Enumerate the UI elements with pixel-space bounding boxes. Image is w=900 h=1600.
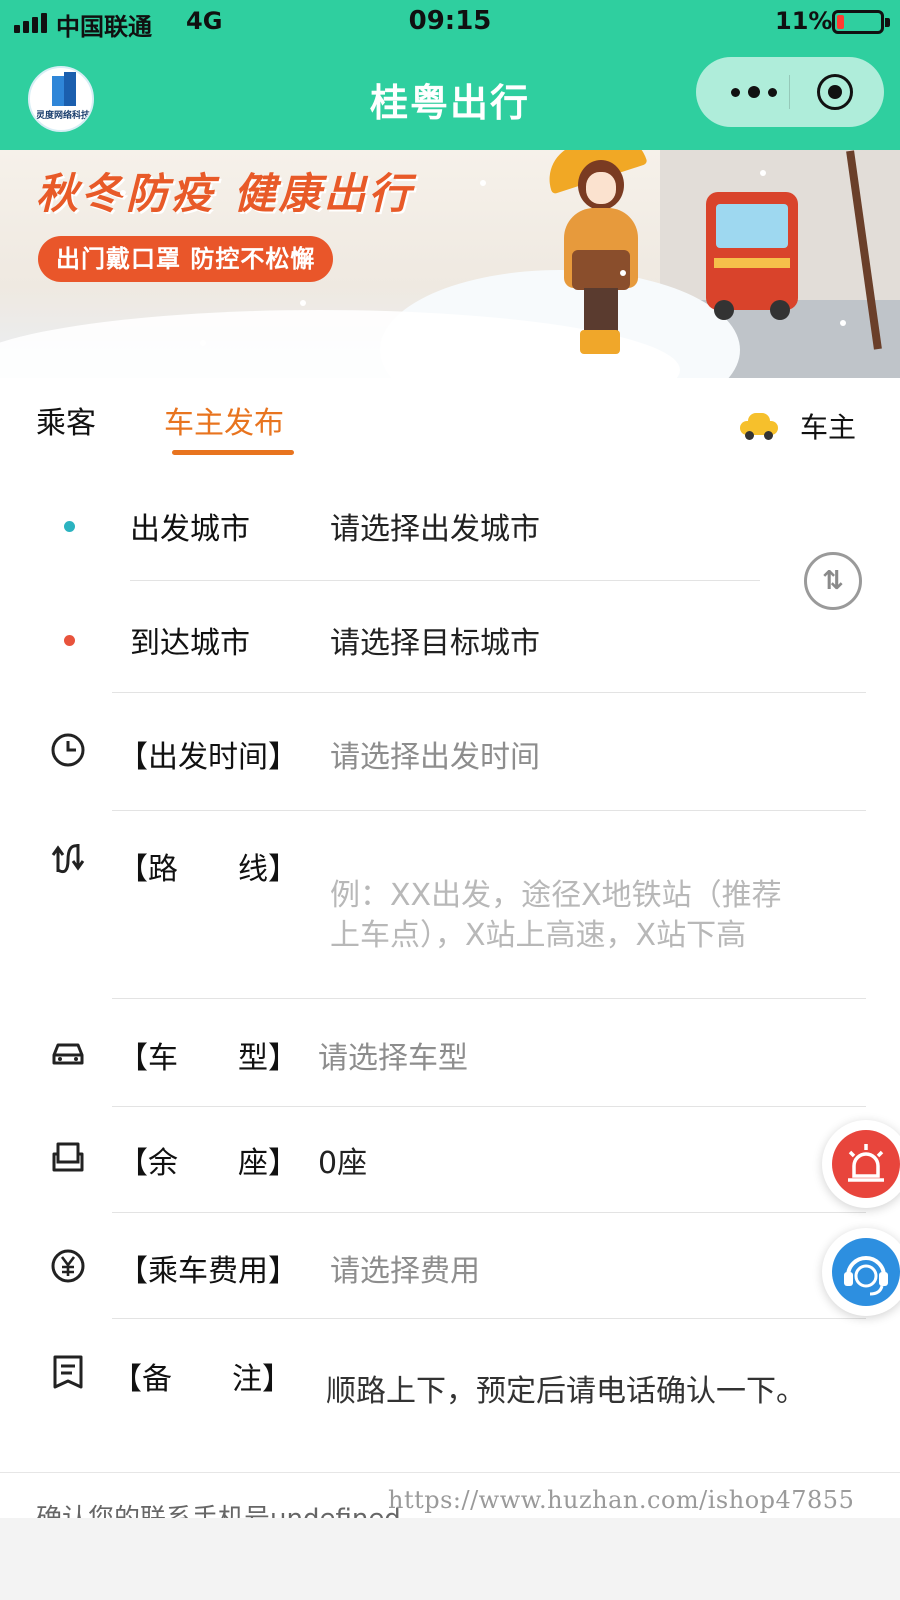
alarm-icon [832, 1130, 900, 1198]
depart-time-input[interactable]: 请选择出发时间 [330, 732, 540, 776]
car-type-row[interactable]: 【车 型】 请选择车型 [0, 1015, 900, 1105]
yen-icon [51, 1249, 85, 1283]
divider [112, 810, 866, 811]
close-target-icon[interactable] [817, 74, 853, 110]
depart-time-label: 【出发时间】 [118, 740, 298, 775]
divider [0, 1472, 900, 1473]
seats-row[interactable]: 【余 座】 0座 [0, 1120, 900, 1210]
divider [112, 998, 866, 999]
signal-icon [14, 13, 47, 33]
route-icon [51, 844, 85, 874]
mini-program-capsule [696, 57, 884, 127]
arrive-city-row[interactable]: 到达城市 请选择目标城市 [0, 602, 900, 692]
app-logo[interactable]: 灵度网络科技 [28, 66, 94, 132]
driver-entry[interactable]: 车主 [740, 406, 856, 446]
route-row[interactable]: 【路 线】 例：XX出发，途径X地铁站（推荐 上车点），X站上高速，X站下高 [0, 830, 900, 1000]
active-tab-indicator [172, 450, 294, 455]
tab-passenger[interactable]: 乘客 [36, 398, 96, 442]
seats-value[interactable]: 0座 [318, 1138, 367, 1182]
depart-city-label: 出发城市 [130, 512, 250, 547]
depart-city-input[interactable]: 请选择出发城市 [330, 504, 540, 548]
status-bar: 中国联通 4G 09:15 11% [0, 0, 900, 46]
tab-driver-post[interactable]: 车主发布 [164, 398, 284, 442]
customer-service-icon [832, 1238, 900, 1306]
driver-link-label: 车主 [800, 411, 857, 444]
network-label: 4G [186, 7, 223, 35]
clock-icon [51, 733, 85, 767]
car-type-label: 【车 型】 [118, 1041, 298, 1076]
car-type-input[interactable]: 请选择车型 [318, 1033, 468, 1077]
divider [130, 580, 760, 581]
status-time: 09:15 [408, 6, 492, 36]
fare-label: 【乘车费用】 [118, 1254, 298, 1289]
top-bar: 中国联通 4G 09:15 11% 灵度网络科技 桂粤出行 [0, 0, 900, 150]
battery-icon [832, 10, 890, 34]
arrive-dot-icon [64, 635, 75, 646]
seats-label: 【余 座】 [118, 1146, 298, 1181]
route-input-line1[interactable]: 例：XX出发，途径X地铁站（推荐 [330, 870, 782, 914]
route-input-line2[interactable]: 上车点），X站上高速，X站下高 [330, 910, 746, 954]
car-icon [52, 1043, 84, 1065]
mode-tabs: 乘客 车主发布 车主 [0, 378, 900, 468]
note-label: 【备 注】 [112, 1362, 292, 1397]
arrive-city-label: 到达城市 [130, 626, 250, 661]
note-icon [53, 1355, 83, 1389]
arrive-city-input[interactable]: 请选择目标城市 [330, 618, 540, 662]
divider [112, 1212, 866, 1213]
carrier-label: 中国联通 [56, 13, 152, 41]
seat-icon [52, 1142, 84, 1172]
depart-city-row[interactable]: 出发城市 请选择出发城市 [0, 488, 900, 578]
banner-bus-illustration [706, 192, 798, 320]
divider [112, 1318, 866, 1319]
note-input[interactable]: 顺路上下，预定后请电话确认一下。 [326, 1366, 806, 1410]
fare-row[interactable]: 【乘车费用】 请选择费用 [0, 1228, 900, 1318]
capsule-divider [789, 75, 790, 109]
note-row[interactable]: 【备 注】 顺路上下，预定后请电话确认一下。 [0, 1336, 900, 1446]
watermark-text: https://www.huzhan.com/ishop47855 [388, 1486, 855, 1514]
logo-text: 灵度网络科技 [35, 111, 90, 121]
alarm-button[interactable] [822, 1120, 900, 1208]
banner-title: 秋冬防疫 健康出行 [36, 169, 414, 218]
fare-input[interactable]: 请选择费用 [330, 1246, 480, 1290]
bottom-area [0, 1518, 900, 1600]
divider [112, 1106, 866, 1107]
more-icon[interactable] [724, 77, 784, 107]
page-title: 桂粤出行 [369, 81, 530, 125]
depart-dot-icon [64, 521, 75, 532]
depart-time-row[interactable]: 【出发时间】 请选择出发时间 [0, 712, 900, 802]
banner-slogan: 出门戴口罩 防控不松懈 [38, 236, 334, 282]
divider [112, 692, 866, 693]
customer-service-button[interactable] [822, 1228, 900, 1316]
taxi-icon [740, 413, 778, 440]
battery-percent: 11% [775, 7, 833, 35]
route-label: 【路 线】 [118, 852, 298, 887]
promo-banner[interactable]: 秋冬防疫 健康出行 出门戴口罩 防控不松懈 [0, 150, 900, 378]
banner-girl-illustration [540, 150, 666, 378]
